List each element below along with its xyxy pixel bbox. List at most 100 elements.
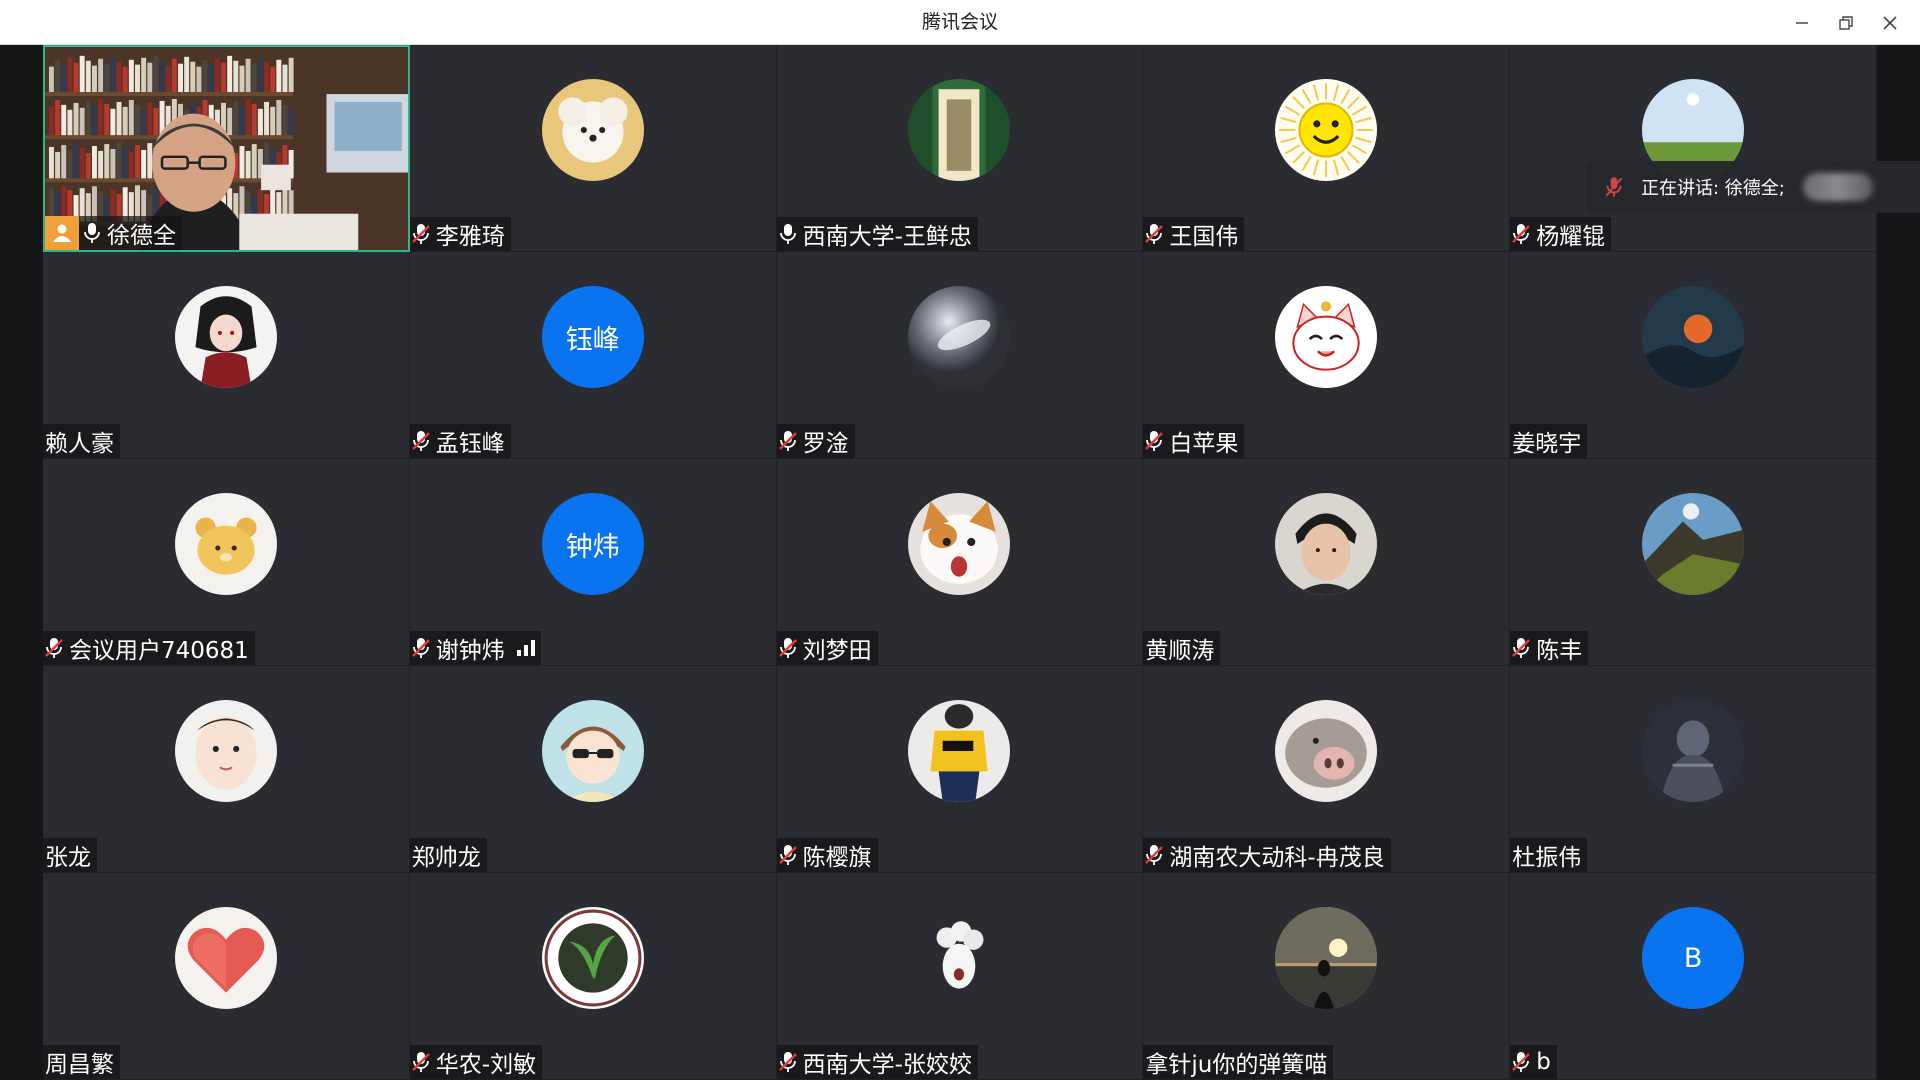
mic-on-icon xyxy=(84,223,100,243)
restore-button[interactable] xyxy=(1824,0,1868,45)
participant-tile[interactable]: 拿针ju你的弹簧喵 xyxy=(1143,873,1511,1080)
participant-nameplate: 姜晓宇 xyxy=(1510,424,1588,458)
participant-nameplate: 李雅琦 xyxy=(409,217,511,251)
participant-name: 拿针ju你的弹簧喵 xyxy=(1145,1052,1328,1078)
participant-tile[interactable]: 西南大学-张姣姣 xyxy=(776,873,1144,1080)
participant-name: 赖人豪 xyxy=(45,431,114,457)
avatar xyxy=(1275,907,1378,1009)
participant-tile[interactable]: 姜晓宇 xyxy=(1510,252,1877,459)
mic-muted-icon xyxy=(1605,177,1623,197)
green-corridor-image xyxy=(908,79,1011,181)
participant-tile[interactable]: 周昌繁 xyxy=(43,873,410,1080)
participant-name: 张龙 xyxy=(45,845,91,871)
participant-name: 郑帅龙 xyxy=(411,845,481,871)
participant-nameplate: 陈丰 xyxy=(1510,631,1589,665)
cartoon-boy-image xyxy=(541,700,644,802)
participant-name: 陈樱旗 xyxy=(802,845,872,871)
participant-tile[interactable]: 杜振伟 xyxy=(1510,666,1877,873)
mic-muted-indicator xyxy=(1512,636,1534,660)
smiley-sun-image xyxy=(1275,79,1378,181)
participant-tile[interactable]: 湖南农大动科-冉茂良 xyxy=(1143,666,1511,873)
participant-nameplate: 杜振伟 xyxy=(1510,838,1588,872)
participant-tile[interactable]: 黄顺涛 xyxy=(1143,459,1511,666)
participant-name: 西南大学-王鲜忠 xyxy=(802,224,972,250)
participant-name: 刘梦田 xyxy=(802,638,872,664)
participant-tile[interactable]: 张龙 xyxy=(43,666,410,873)
mic-muted-indicator xyxy=(1512,1050,1534,1074)
participant-tile[interactable]: 赖人豪 xyxy=(43,252,410,459)
sunset-silhouette-image xyxy=(1275,907,1378,1009)
participant-nameplate: 陈樱旗 xyxy=(776,838,878,872)
avatar xyxy=(541,907,644,1009)
participant-tile[interactable]: 陈樱旗 xyxy=(776,666,1144,873)
participant-name: 罗淦 xyxy=(802,431,849,457)
minimize-icon xyxy=(1796,21,1808,24)
mic-muted-icon xyxy=(411,224,430,244)
mic-muted-icon xyxy=(411,431,430,451)
mic-muted-indicator xyxy=(778,429,801,453)
avatar xyxy=(541,79,644,181)
mic-muted-icon xyxy=(778,1052,797,1072)
mic-muted-icon xyxy=(411,1052,430,1072)
mic-muted-indicator xyxy=(411,636,434,660)
avatar xyxy=(908,907,1011,1009)
yellow-shirt-image xyxy=(908,700,1011,802)
mic-muted-indicator xyxy=(778,1050,801,1074)
white-puppy-image xyxy=(541,79,644,181)
participant-name: 华农-刘敏 xyxy=(435,1052,537,1078)
participant-tile[interactable]: 王国伟 xyxy=(1143,45,1511,252)
avatar xyxy=(1275,700,1378,802)
avatar-initials: 钰峰 xyxy=(541,286,644,388)
participant-tile[interactable]: 李雅琦 xyxy=(409,45,777,252)
participant-nameplate: 赖人豪 xyxy=(43,424,120,458)
plant-badge-image xyxy=(541,907,644,1009)
participant-tile[interactable]: 白苹果 xyxy=(1143,252,1511,459)
participant-tile[interactable]: 杨耀锟 xyxy=(1510,45,1877,252)
mic-muted-indicator xyxy=(1512,222,1534,246)
anime-character-image xyxy=(174,286,277,388)
mic-on-icon xyxy=(779,224,796,244)
participant-tile[interactable]: 郑帅龙 xyxy=(409,666,777,873)
mic-muted-indicator xyxy=(778,636,801,660)
meeting-stage: 徐德全 李雅琦 西南大学-王鲜忠 王国伟 杨耀锟赖人豪 钰峰 孟钰峰 罗淦 白苹果 姜晓宇会议用户… xyxy=(0,45,1920,1080)
mic-muted-indicator xyxy=(411,222,434,246)
avatar xyxy=(1275,79,1378,181)
participant-name: 王国伟 xyxy=(1169,224,1239,250)
mic-muted-icon xyxy=(1512,1052,1531,1072)
participant-tile[interactable]: Bb xyxy=(1510,873,1877,1080)
participant-name: 姜晓宇 xyxy=(1512,431,1582,457)
participant-name: 白苹果 xyxy=(1169,431,1239,457)
speaking-label: 正在讲话: 徐德全; xyxy=(1641,178,1785,199)
participant-nameplate: 周昌繁 xyxy=(43,1045,120,1079)
boy-photo-image xyxy=(1275,493,1378,595)
mic-muted-icon xyxy=(45,638,63,658)
participant-name: 会议用户740681 xyxy=(69,638,249,664)
participant-tile[interactable]: 钟炜 谢钟炜 xyxy=(409,459,777,666)
participant-tile[interactable]: 刘梦田 xyxy=(776,459,1144,666)
mic-muted-icon xyxy=(778,845,797,865)
window-title: 腾讯会议 xyxy=(921,11,998,33)
mic-muted-icon xyxy=(1145,431,1164,451)
participant-tile[interactable]: 徐德全 xyxy=(43,45,410,252)
participant-tile[interactable]: 西南大学-王鲜忠 xyxy=(776,45,1144,252)
participant-nameplate: 湖南农大动科-冉茂良 xyxy=(1143,838,1391,872)
avatar-initials: B xyxy=(1642,907,1745,1009)
participant-tile[interactable]: 钰峰 孟钰峰 xyxy=(409,252,777,459)
participant-tile[interactable]: 华农-刘敏 xyxy=(409,873,777,1080)
mic-muted-icon xyxy=(1145,845,1164,865)
participant-nameplate: 郑帅龙 xyxy=(409,838,487,872)
participant-name: b xyxy=(1536,1049,1551,1075)
mic-muted-indicator xyxy=(1145,429,1167,453)
participant-nameplate: 刘梦田 xyxy=(776,631,878,665)
window-controls xyxy=(1780,0,1912,45)
participant-tile[interactable]: 罗淦 xyxy=(776,252,1144,459)
participant-tile[interactable]: 陈丰 xyxy=(1510,459,1877,666)
mic-muted-icon xyxy=(1512,224,1531,244)
participant-nameplate: 杨耀锟 xyxy=(1510,217,1612,251)
participant-tile[interactable]: 会议用户740681 xyxy=(43,459,410,666)
close-button[interactable] xyxy=(1868,0,1912,45)
minimize-button[interactable] xyxy=(1780,0,1824,45)
avatar xyxy=(1642,286,1745,388)
participant-name: 李雅琦 xyxy=(435,224,505,250)
participant-name: 陈丰 xyxy=(1536,638,1583,664)
